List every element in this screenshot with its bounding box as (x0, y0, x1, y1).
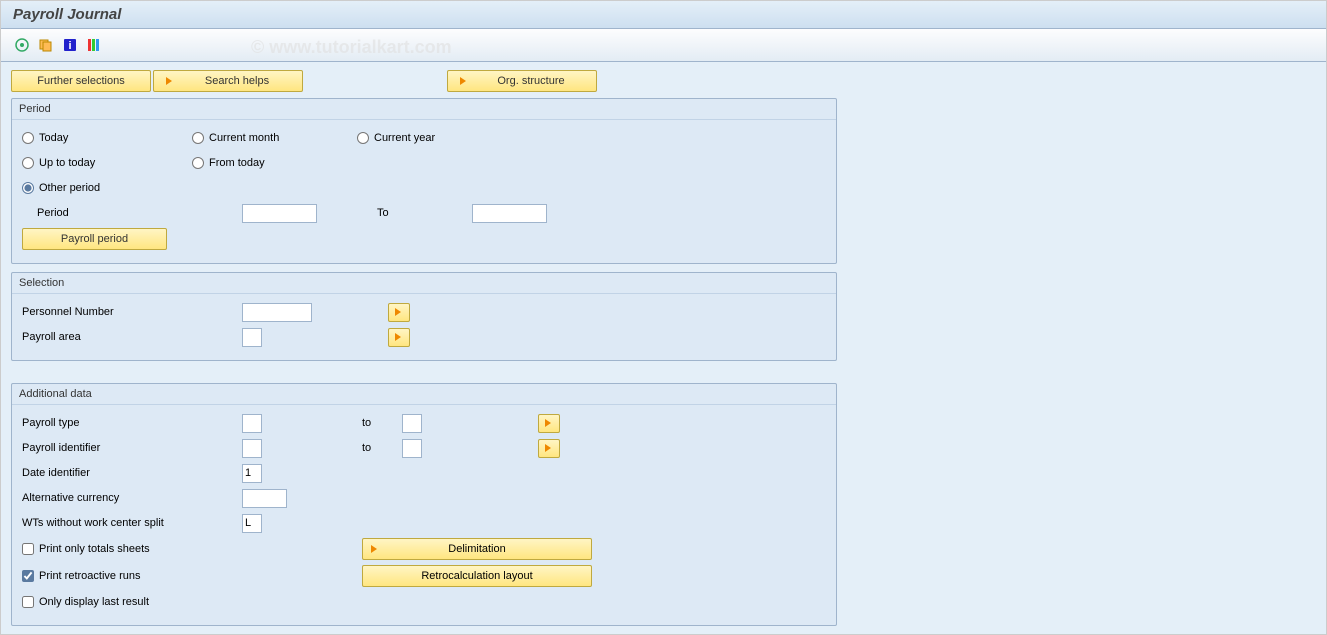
additional-data-group: Additional data Payroll type to Payroll … (11, 383, 837, 626)
button-label: Payroll period (61, 233, 128, 245)
date-identifier-input[interactable] (242, 464, 262, 483)
arrow-right-icon (369, 543, 381, 555)
radio-current-year[interactable] (357, 132, 369, 144)
color-legend-icon[interactable] (85, 36, 103, 54)
org-structure-button[interactable]: Org. structure (447, 70, 597, 92)
radio-up-to-today[interactable] (22, 157, 34, 169)
button-label: Search helps (182, 75, 292, 87)
alt-currency-label: Alternative currency (22, 492, 242, 504)
arrow-right-icon (164, 75, 176, 87)
retro-layout-button[interactable]: Retrocalculation layout (362, 565, 592, 587)
radio-from-today[interactable] (192, 157, 204, 169)
execute-icon[interactable] (13, 36, 31, 54)
print-retro-checkbox[interactable] (22, 570, 34, 582)
arrow-right-icon (393, 306, 405, 318)
payroll-identifier-label: Payroll identifier (22, 442, 242, 454)
period-to-input[interactable] (472, 204, 547, 223)
to-label: to (362, 417, 402, 429)
get-variant-icon[interactable] (37, 36, 55, 54)
title-bar: Payroll Journal (1, 1, 1326, 29)
radio-today[interactable] (22, 132, 34, 144)
date-identifier-label: Date identifier (22, 467, 242, 479)
info-icon[interactable]: i (61, 36, 79, 54)
checkbox-label: Only display last result (39, 596, 149, 608)
pernr-multiple-button[interactable] (388, 303, 410, 322)
wts-input[interactable] (242, 514, 262, 533)
radio-label: From today (209, 157, 265, 169)
payroll-type-multiple-button[interactable] (538, 414, 560, 433)
button-label: Further selections (37, 75, 124, 87)
selection-group: Selection Personnel Number Payroll area (11, 272, 837, 361)
payroll-area-multiple-button[interactable] (388, 328, 410, 347)
page-title: Payroll Journal (13, 6, 1314, 23)
radio-label: Current month (209, 132, 279, 144)
search-helps-button[interactable]: Search helps (153, 70, 303, 92)
period-group: Period Today Current month Current year … (11, 98, 837, 264)
arrow-right-icon (393, 331, 405, 343)
arrow-right-icon (543, 442, 555, 454)
payroll-area-input[interactable] (242, 328, 262, 347)
payroll-type-label: Payroll type (22, 417, 242, 429)
period-label: Period (37, 207, 242, 219)
group-legend: Additional data (12, 384, 836, 405)
radio-other-period[interactable] (22, 182, 34, 194)
payroll-type-from-input[interactable] (242, 414, 262, 433)
payroll-identifier-to-input[interactable] (402, 439, 422, 458)
pernr-input[interactable] (242, 303, 312, 322)
radio-label: Current year (374, 132, 435, 144)
spacer (305, 70, 445, 92)
print-totals-checkbox[interactable] (22, 543, 34, 555)
button-label: Org. structure (476, 75, 586, 87)
alt-currency-input[interactable] (242, 489, 287, 508)
payroll-type-to-input[interactable] (402, 414, 422, 433)
further-selections-button[interactable]: Further selections (11, 70, 151, 92)
payroll-area-label: Payroll area (22, 331, 242, 343)
arrow-right-icon (543, 417, 555, 429)
to-label: To (377, 207, 472, 219)
arrow-right-icon (458, 75, 470, 87)
checkbox-label: Print only totals sheets (39, 543, 150, 555)
radio-label: Up to today (39, 157, 95, 169)
group-legend: Period (12, 99, 836, 120)
radio-label: Other period (39, 182, 100, 194)
svg-text:i: i (68, 40, 71, 52)
period-from-input[interactable] (242, 204, 317, 223)
wts-label: WTs without work center split (22, 517, 242, 529)
to-label: to (362, 442, 402, 454)
button-label: Retrocalculation layout (421, 570, 532, 582)
selection-buttons-bar: Further selections Search helps Org. str… (11, 70, 1316, 92)
content-area: Further selections Search helps Org. str… (1, 62, 1326, 634)
only-last-checkbox[interactable] (22, 596, 34, 608)
payroll-period-button[interactable]: Payroll period (22, 228, 167, 250)
pernr-label: Personnel Number (22, 306, 242, 318)
radio-label: Today (39, 132, 68, 144)
payroll-identifier-from-input[interactable] (242, 439, 262, 458)
button-label: Delimitation (448, 543, 505, 555)
radio-current-month[interactable] (192, 132, 204, 144)
toolbar: i © www.tutorialkart.com (1, 29, 1326, 62)
delimitation-button[interactable]: Delimitation (362, 538, 592, 560)
watermark: © www.tutorialkart.com (251, 37, 452, 58)
payroll-identifier-multiple-button[interactable] (538, 439, 560, 458)
checkbox-label: Print retroactive runs (39, 570, 140, 582)
group-legend: Selection (12, 273, 836, 294)
